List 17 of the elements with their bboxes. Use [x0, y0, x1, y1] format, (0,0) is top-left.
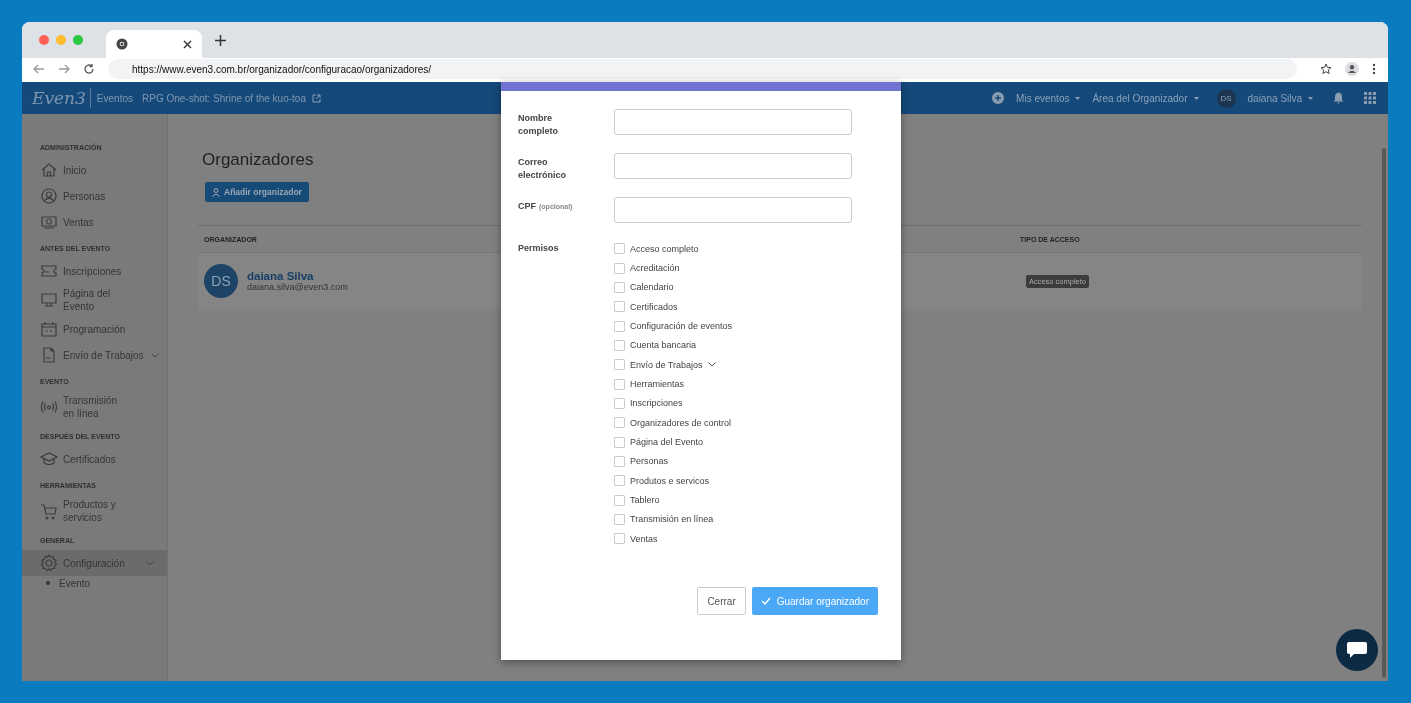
sidebar-label: Transmisión en línea: [63, 394, 119, 420]
field-label: Correo electrónico: [518, 156, 567, 182]
page-title: Organizadores: [202, 150, 314, 170]
sidebar-label: Productos y servicios: [63, 498, 117, 524]
sidebar-label: Certificados: [63, 452, 116, 466]
organizer-avatar: DS: [204, 264, 238, 298]
sidebar-label: Inicio: [63, 163, 87, 177]
organizer-email: daiana.silva@even3.com: [247, 282, 348, 292]
sidebar-label: Página del Evento: [63, 287, 112, 313]
field-label: Permisos: [518, 242, 559, 255]
field-label: CPF: [518, 200, 536, 213]
sidebar-label: Programación: [63, 322, 125, 336]
field-label: Nombre completo: [518, 112, 559, 138]
sidebar-label: Ventas: [63, 215, 94, 229]
sidebar-label: Inscripciones: [63, 264, 122, 278]
sidebar-label: Personas: [63, 189, 106, 203]
sidebar-label: Envío de Trabajos: [63, 348, 144, 362]
